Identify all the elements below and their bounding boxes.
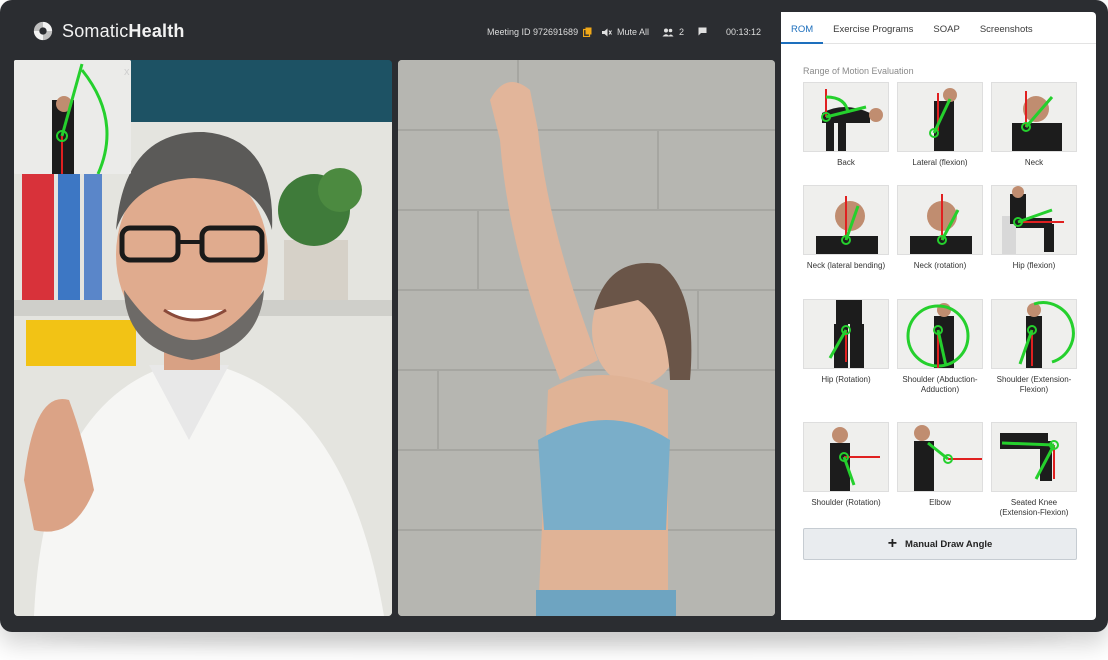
rom-thumb xyxy=(897,185,983,255)
rom-card-seated-knee[interactable]: Seated Knee (Extension-Flexion) xyxy=(991,422,1077,518)
panel-tabs: ROM Exercise Programs SOAP Screenshots xyxy=(781,12,1096,44)
rom-card-label: Shoulder (Rotation) xyxy=(811,498,881,507)
mute-all-label: Mute All xyxy=(617,27,650,37)
rom-thumb xyxy=(803,185,889,255)
rom-card-shoulder-rotation[interactable]: Shoulder (Rotation) xyxy=(803,422,889,508)
rom-card-label: Neck (lateral bending) xyxy=(806,261,886,270)
plus-icon: + xyxy=(887,535,898,552)
rom-thumb xyxy=(897,422,983,492)
rom-thumb xyxy=(991,82,1077,152)
participants-button[interactable]: 2 xyxy=(662,27,684,37)
call-timer-text: 00:13:12 xyxy=(726,27,762,37)
rom-card-label: Shoulder (Abduction-Adduction) xyxy=(902,375,978,394)
video-toolbar: SomaticHealth Meeting ID 972691689 Mute … xyxy=(12,12,780,56)
meeting-id[interactable]: Meeting ID 972691689 xyxy=(487,27,592,37)
rom-card-lateral-flexion[interactable]: Lateral (flexion) xyxy=(897,82,983,168)
rom-thumb xyxy=(803,82,889,152)
rom-card-neck[interactable]: Neck xyxy=(991,82,1077,168)
rom-card-shoulder-abduction-adduction[interactable]: Shoulder (Abduction-Adduction) xyxy=(897,299,983,395)
rom-card-label: Back xyxy=(837,158,855,167)
rom-card-label: Hip (flexion) xyxy=(1012,261,1056,270)
tab-screenshots[interactable]: Screenshots xyxy=(970,12,1043,44)
rom-card-label: Neck xyxy=(1024,158,1044,167)
rom-card-label: Seated Knee (Extension-Flexion) xyxy=(999,498,1069,517)
rom-overlay-image xyxy=(14,60,131,174)
brand-logo: SomaticHealth xyxy=(32,20,185,42)
copy-icon[interactable] xyxy=(583,27,592,37)
speaker-icon xyxy=(602,28,612,36)
rom-card-hip-rotation[interactable]: Hip (Rotation) xyxy=(803,299,889,385)
rom-thumb xyxy=(897,82,983,152)
manual-draw-angle-label: Manual Draw Angle xyxy=(905,538,993,550)
tab-soap[interactable]: SOAP xyxy=(923,12,969,44)
rom-card-hip-flexion[interactable]: Hip (flexion) xyxy=(991,185,1077,271)
users-icon xyxy=(662,28,674,36)
rom-card-back[interactable]: Back xyxy=(803,82,889,168)
close-overlay-icon[interactable]: x xyxy=(124,66,130,78)
rom-card-label: Hip (Rotation) xyxy=(821,375,871,384)
rom-card-label: Elbow xyxy=(929,498,951,507)
rom-card-shoulder-extension-flexion[interactable]: Shoulder (Extension-Flexion) xyxy=(991,299,1077,395)
mute-all-button[interactable]: Mute All xyxy=(602,27,649,37)
rom-thumb xyxy=(991,299,1077,369)
rom-card-elbow[interactable]: Elbow xyxy=(897,422,983,508)
rom-overlay-preview[interactable] xyxy=(14,60,131,174)
chat-icon xyxy=(698,27,707,36)
rom-thumb xyxy=(991,422,1077,492)
manual-draw-angle-button[interactable]: + Manual Draw Angle xyxy=(803,528,1077,560)
section-title: Range of Motion Evaluation xyxy=(803,66,914,76)
rom-card-neck-lateral-bending[interactable]: Neck (lateral bending) xyxy=(803,185,889,271)
tab-exercise-programs[interactable]: Exercise Programs xyxy=(823,12,923,44)
rom-card-label: Neck (rotation) xyxy=(913,261,967,270)
logo-icon xyxy=(33,21,53,41)
rom-card-neck-rotation[interactable]: Neck (rotation) xyxy=(897,185,983,271)
rom-card-label: Shoulder (Extension-Flexion) xyxy=(996,375,1072,394)
rom-thumb xyxy=(897,299,983,369)
rom-thumb xyxy=(803,422,889,492)
patient-video-image xyxy=(398,60,775,616)
brand-name: SomaticHealth xyxy=(62,20,185,41)
call-timer: 00:13:12 xyxy=(726,27,761,37)
rom-card-label: Lateral (flexion) xyxy=(912,158,968,167)
rom-thumb xyxy=(803,299,889,369)
meeting-id-text: Meeting ID 972691689 xyxy=(487,27,579,37)
rom-thumb xyxy=(991,185,1077,255)
rom-panel: ROM Exercise Programs SOAP Screenshots R… xyxy=(781,12,1096,620)
tab-rom[interactable]: ROM xyxy=(781,12,824,44)
participant-count: 2 xyxy=(679,27,685,37)
chat-button[interactable] xyxy=(698,27,707,36)
patient-video[interactable] xyxy=(398,60,775,616)
